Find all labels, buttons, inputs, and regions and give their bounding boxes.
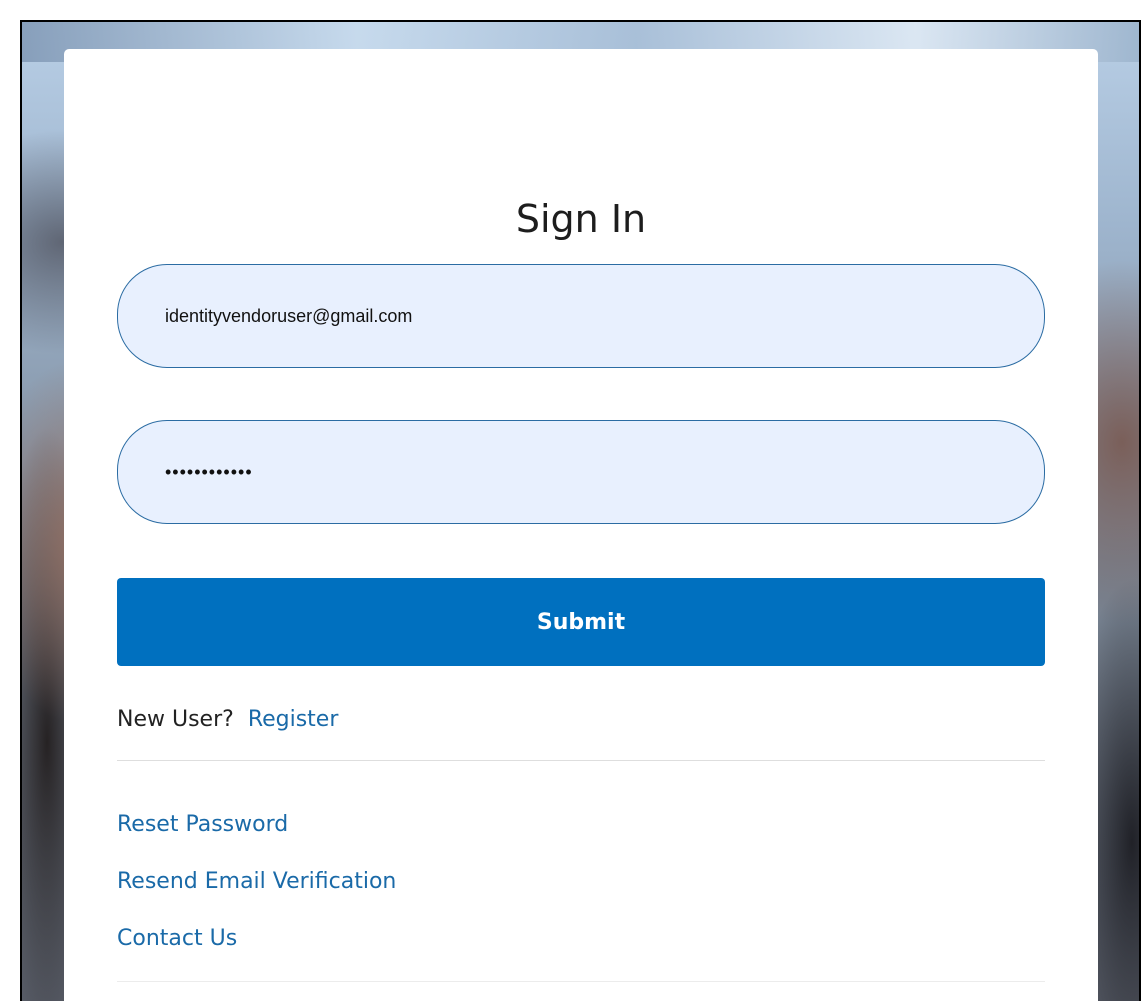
page-frame: Sign In Submit New User? Register Reset P… xyxy=(20,20,1141,1001)
page-title: Sign In xyxy=(515,197,647,241)
divider-bottom xyxy=(117,981,1045,982)
submit-button[interactable]: Submit xyxy=(117,578,1045,666)
help-links: Reset Password Resend Email Verification… xyxy=(117,796,396,967)
divider xyxy=(117,760,1045,761)
resend-email-verification-link[interactable]: Resend Email Verification xyxy=(117,853,396,910)
signin-card: Sign In Submit New User? Register Reset P… xyxy=(64,49,1098,1001)
new-user-row: New User? Register xyxy=(117,707,338,732)
new-user-label: New User? xyxy=(117,707,234,732)
contact-us-link[interactable]: Contact Us xyxy=(117,910,396,967)
password-field[interactable] xyxy=(117,420,1045,524)
email-field[interactable] xyxy=(117,264,1045,368)
register-link[interactable]: Register xyxy=(248,707,339,732)
reset-password-link[interactable]: Reset Password xyxy=(117,796,396,853)
